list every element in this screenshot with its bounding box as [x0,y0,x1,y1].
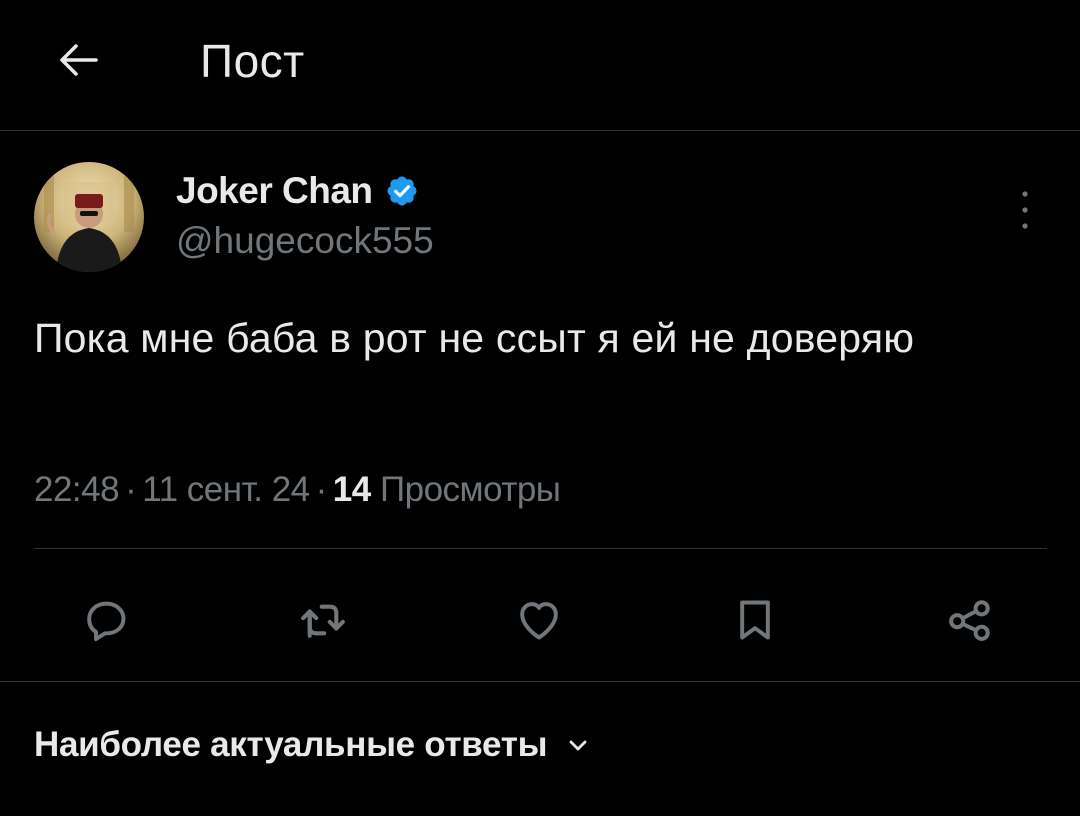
meta-separator: · [125,470,137,509]
reply-icon [87,601,126,642]
post-screen: Пост Joker Chan @hugecock555 Пока мне ба… [0,0,1080,816]
avatar[interactable] [34,162,144,272]
bookmark-icon [740,600,770,640]
post-meta: 22:48 · 11 сент. 24 · 14 Просмотры [34,470,561,510]
header-divider [0,130,1080,131]
like-button[interactable] [499,580,579,660]
more-vertical-icon [1022,191,1028,229]
avatar-image [34,162,144,272]
post-time[interactable]: 22:48 [34,470,120,509]
author-handle[interactable]: @hugecock555 [176,220,434,262]
heart-icon [520,602,558,640]
more-options-button[interactable] [1005,185,1045,235]
action-bar [0,580,1080,660]
display-name[interactable]: Joker Chan [176,170,373,212]
meta-divider [34,548,1047,549]
post-text: Пока мне баба в рот не ссыт я ей не дове… [34,315,915,361]
repost-button[interactable] [283,580,363,660]
views-count[interactable]: 14 [333,470,371,509]
top-bar: Пост [0,0,1080,131]
share-icon [949,600,990,641]
meta-separator: · [315,470,328,509]
share-button[interactable] [930,580,1010,660]
reply-button[interactable] [66,580,146,660]
back-button[interactable] [48,30,108,90]
verified-badge-icon [385,174,419,208]
arrow-left-icon [60,44,98,76]
author-name-row: Joker Chan [176,170,419,212]
repost-icon [301,604,345,638]
replies-sort-label: Наиболее актуальные ответы [34,725,548,764]
replies-sort-toggle[interactable]: Наиболее актуальные ответы [34,725,591,765]
page-title: Пост [200,35,305,87]
post-date[interactable]: 11 сент. 24 [142,470,310,509]
chevron-down-icon [565,732,591,758]
bookmark-button[interactable] [715,580,795,660]
views-label[interactable]: Просмотры [380,470,561,509]
actions-divider [0,681,1080,682]
